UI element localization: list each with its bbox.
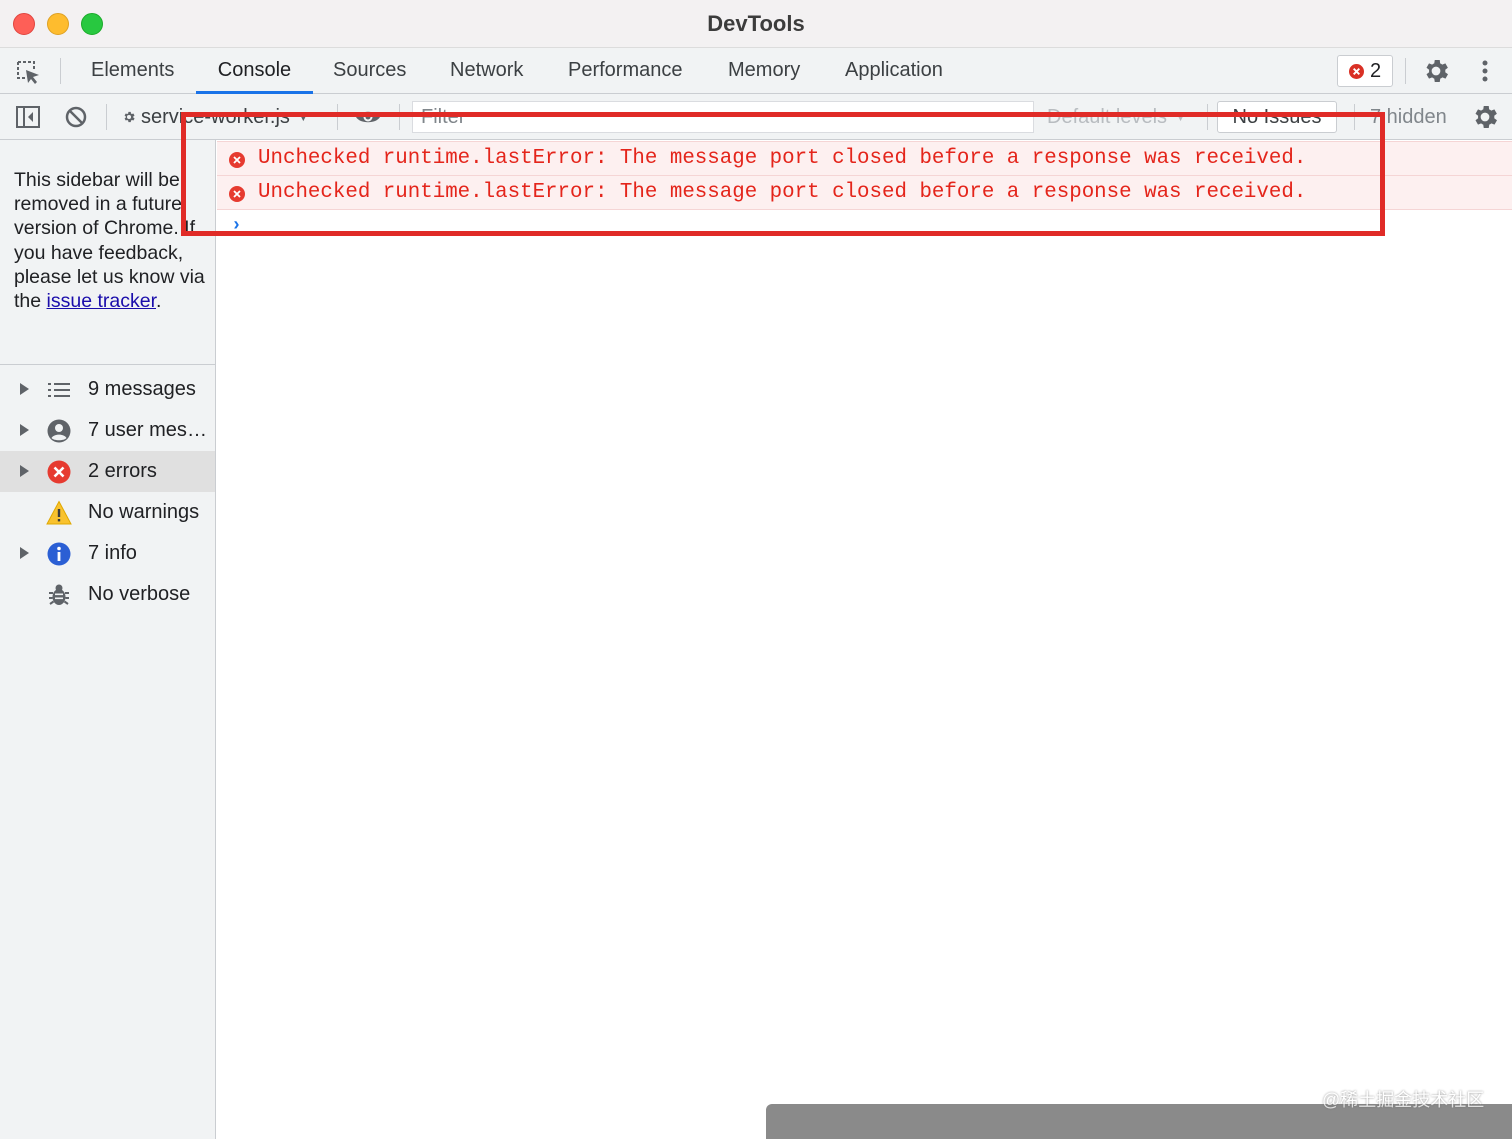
watermark: @稀土掘金技术社区 (1322, 1090, 1485, 1110)
tab-sources[interactable]: Sources (331, 48, 408, 94)
tab-console[interactable]: Console (196, 48, 313, 94)
toolbar-divider (106, 104, 107, 130)
sidebar-item-verbose[interactable]: No verbose (0, 574, 215, 615)
more-options-icon[interactable] (1475, 56, 1495, 86)
sidebar-item-label: No verbose (88, 583, 191, 605)
sidebar-item-label: 9 messages (88, 378, 196, 400)
expand-triangle-icon[interactable] (20, 424, 29, 436)
sidebar-item-errors[interactable]: 2 errors (0, 451, 215, 492)
error-count: 2 (1370, 60, 1382, 82)
error-icon (47, 460, 71, 484)
console-sidebar: This sidebar will be removed in a future… (0, 140, 216, 1139)
sidebar-item-label: 2 errors (88, 460, 157, 482)
tab-network[interactable]: Network (448, 48, 525, 94)
window-title: DevTools (707, 11, 805, 36)
title-bar: DevTools (0, 0, 1512, 48)
tab-application[interactable]: Application (843, 48, 945, 94)
warning-icon (46, 500, 72, 525)
sidebar-item-label: 7 user messages (88, 419, 212, 441)
issue-tracker-link[interactable]: issue tracker (47, 290, 156, 312)
settings-gear-icon[interactable] (1421, 56, 1451, 86)
error-count-badge[interactable]: 2 (1337, 55, 1393, 87)
bug-icon (49, 584, 69, 605)
sidebar-divider (0, 364, 216, 365)
list-icon (48, 383, 70, 397)
error-icon (1349, 64, 1364, 79)
sidebar-item-info[interactable]: 7 info (0, 533, 215, 574)
inspect-element-icon[interactable] (14, 58, 42, 86)
info-icon (47, 542, 71, 566)
console-settings-gear-icon[interactable] (1470, 102, 1500, 132)
console-output: Unchecked runtime.lastError: The message… (217, 140, 1512, 1139)
sidebar-item-messages[interactable]: 9 messages (0, 369, 215, 410)
deprecation-end: . (156, 290, 162, 313)
user-icon (47, 419, 71, 443)
annotation-highlight-box (181, 112, 1385, 236)
expand-triangle-icon[interactable] (20, 383, 29, 395)
tab-elements[interactable]: Elements (89, 48, 176, 94)
tab-divider (60, 58, 61, 84)
panel-tab-bar: Elements Console Sources Network Perform… (0, 48, 1512, 94)
tab-performance[interactable]: Performance (566, 48, 685, 94)
sidebar-item-user-messages[interactable]: 7 user messages (0, 410, 215, 451)
clear-console-icon[interactable] (62, 103, 90, 131)
expand-triangle-icon[interactable] (20, 465, 29, 477)
toggle-sidebar-icon[interactable] (14, 103, 42, 131)
sidebar-item-label: 7 info (88, 542, 137, 564)
service-worker-gear-icon (124, 111, 135, 123)
tab-memory[interactable]: Memory (726, 48, 802, 94)
sidebar-item-warnings[interactable]: No warnings (0, 492, 215, 533)
sidebar-item-label: No warnings (88, 501, 200, 523)
tab-divider (1405, 58, 1406, 84)
expand-triangle-icon[interactable] (20, 547, 29, 559)
